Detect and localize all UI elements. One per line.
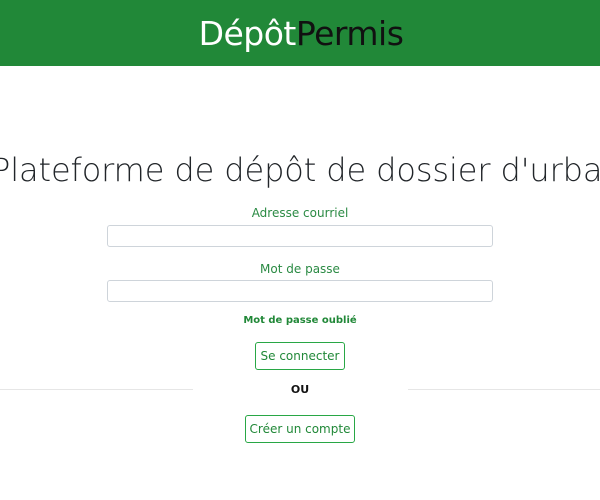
brand-logo-part1: Dépôt (198, 13, 297, 53)
forgot-password-link[interactable]: Mot de passe oublié (0, 315, 600, 326)
divider-right-line (408, 389, 600, 390)
password-label: Mot de passe (260, 262, 340, 276)
brand-logo-part2: Permis (295, 13, 404, 53)
password-field[interactable] (107, 280, 493, 302)
email-field[interactable] (107, 225, 493, 247)
top-header-bar: DépôtPermis (0, 0, 600, 66)
login-button[interactable]: Se connecter (255, 342, 345, 370)
create-account-button[interactable]: Créer un compte (245, 415, 355, 443)
page-title: Plateforme de dépôt de dossier d'urbanis… (0, 151, 600, 189)
email-label: Adresse courriel (251, 206, 349, 220)
brand-logo[interactable]: DépôtPermis (199, 17, 404, 50)
page-title-container: Plateforme de dépôt de dossier d'urbanis… (0, 148, 600, 196)
login-page: DépôtPermis Plateforme de dépôt de dossi… (0, 0, 600, 500)
